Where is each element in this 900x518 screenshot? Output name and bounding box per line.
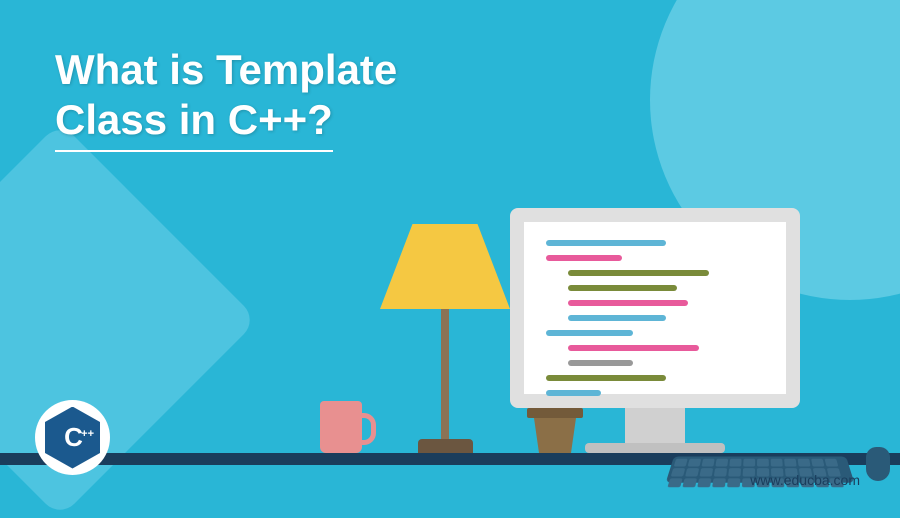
code-line <box>546 240 666 246</box>
illustration-scene <box>290 103 840 453</box>
code-line <box>546 330 633 336</box>
computer-mouse <box>866 447 890 481</box>
keyboard-key <box>685 468 699 476</box>
code-line <box>568 315 666 321</box>
keyboard-key <box>729 459 741 467</box>
title-line-1: What is Template <box>55 46 397 93</box>
logo-letter: C <box>64 422 81 453</box>
code-line <box>568 300 688 306</box>
lamp-shade <box>380 224 510 309</box>
website-url: www.educba.com <box>750 472 860 488</box>
title-line-2: Class in C++? <box>55 95 333 151</box>
keyboard-key <box>702 459 715 467</box>
keyboard-key <box>743 459 755 467</box>
keyboard-key <box>825 459 839 467</box>
keyboard-key <box>798 459 811 467</box>
keyboard-key <box>727 478 740 487</box>
keyboard-key <box>757 459 769 467</box>
code-line <box>546 375 666 381</box>
code-line <box>568 345 699 351</box>
keyboard-key <box>682 478 697 487</box>
code-line <box>568 270 710 276</box>
keyboard-key <box>699 468 713 476</box>
code-line <box>546 255 622 261</box>
monitor-screen <box>510 208 800 408</box>
logo-plus-symbols: ++ <box>81 431 94 439</box>
keyboard-key <box>712 478 726 487</box>
keyboard-key <box>784 459 797 467</box>
keyboard-key <box>728 468 741 476</box>
page-title: What is Template Class in C++? <box>55 45 397 152</box>
keyboard-key <box>771 459 783 467</box>
cpp-logo-hexagon: C ++ <box>45 407 100 469</box>
code-line <box>568 285 677 291</box>
monitor-base <box>585 443 725 453</box>
lamp-pole <box>441 309 449 439</box>
code-line <box>568 360 633 366</box>
keyboard-key <box>715 459 728 467</box>
lamp-base <box>418 439 473 453</box>
code-line <box>546 390 601 396</box>
keyboard-key <box>688 459 702 467</box>
coffee-mug <box>320 401 362 453</box>
keyboard-key <box>714 468 727 476</box>
keyboard-key <box>811 459 824 467</box>
computer-monitor <box>510 208 800 453</box>
desk-lamp <box>380 224 510 453</box>
keyboard-key <box>697 478 711 487</box>
cpp-logo: C ++ <box>35 400 110 475</box>
keyboard-key <box>671 468 686 476</box>
keyboard-key <box>667 478 682 487</box>
monitor-stand <box>625 408 685 443</box>
keyboard-key <box>674 459 688 467</box>
